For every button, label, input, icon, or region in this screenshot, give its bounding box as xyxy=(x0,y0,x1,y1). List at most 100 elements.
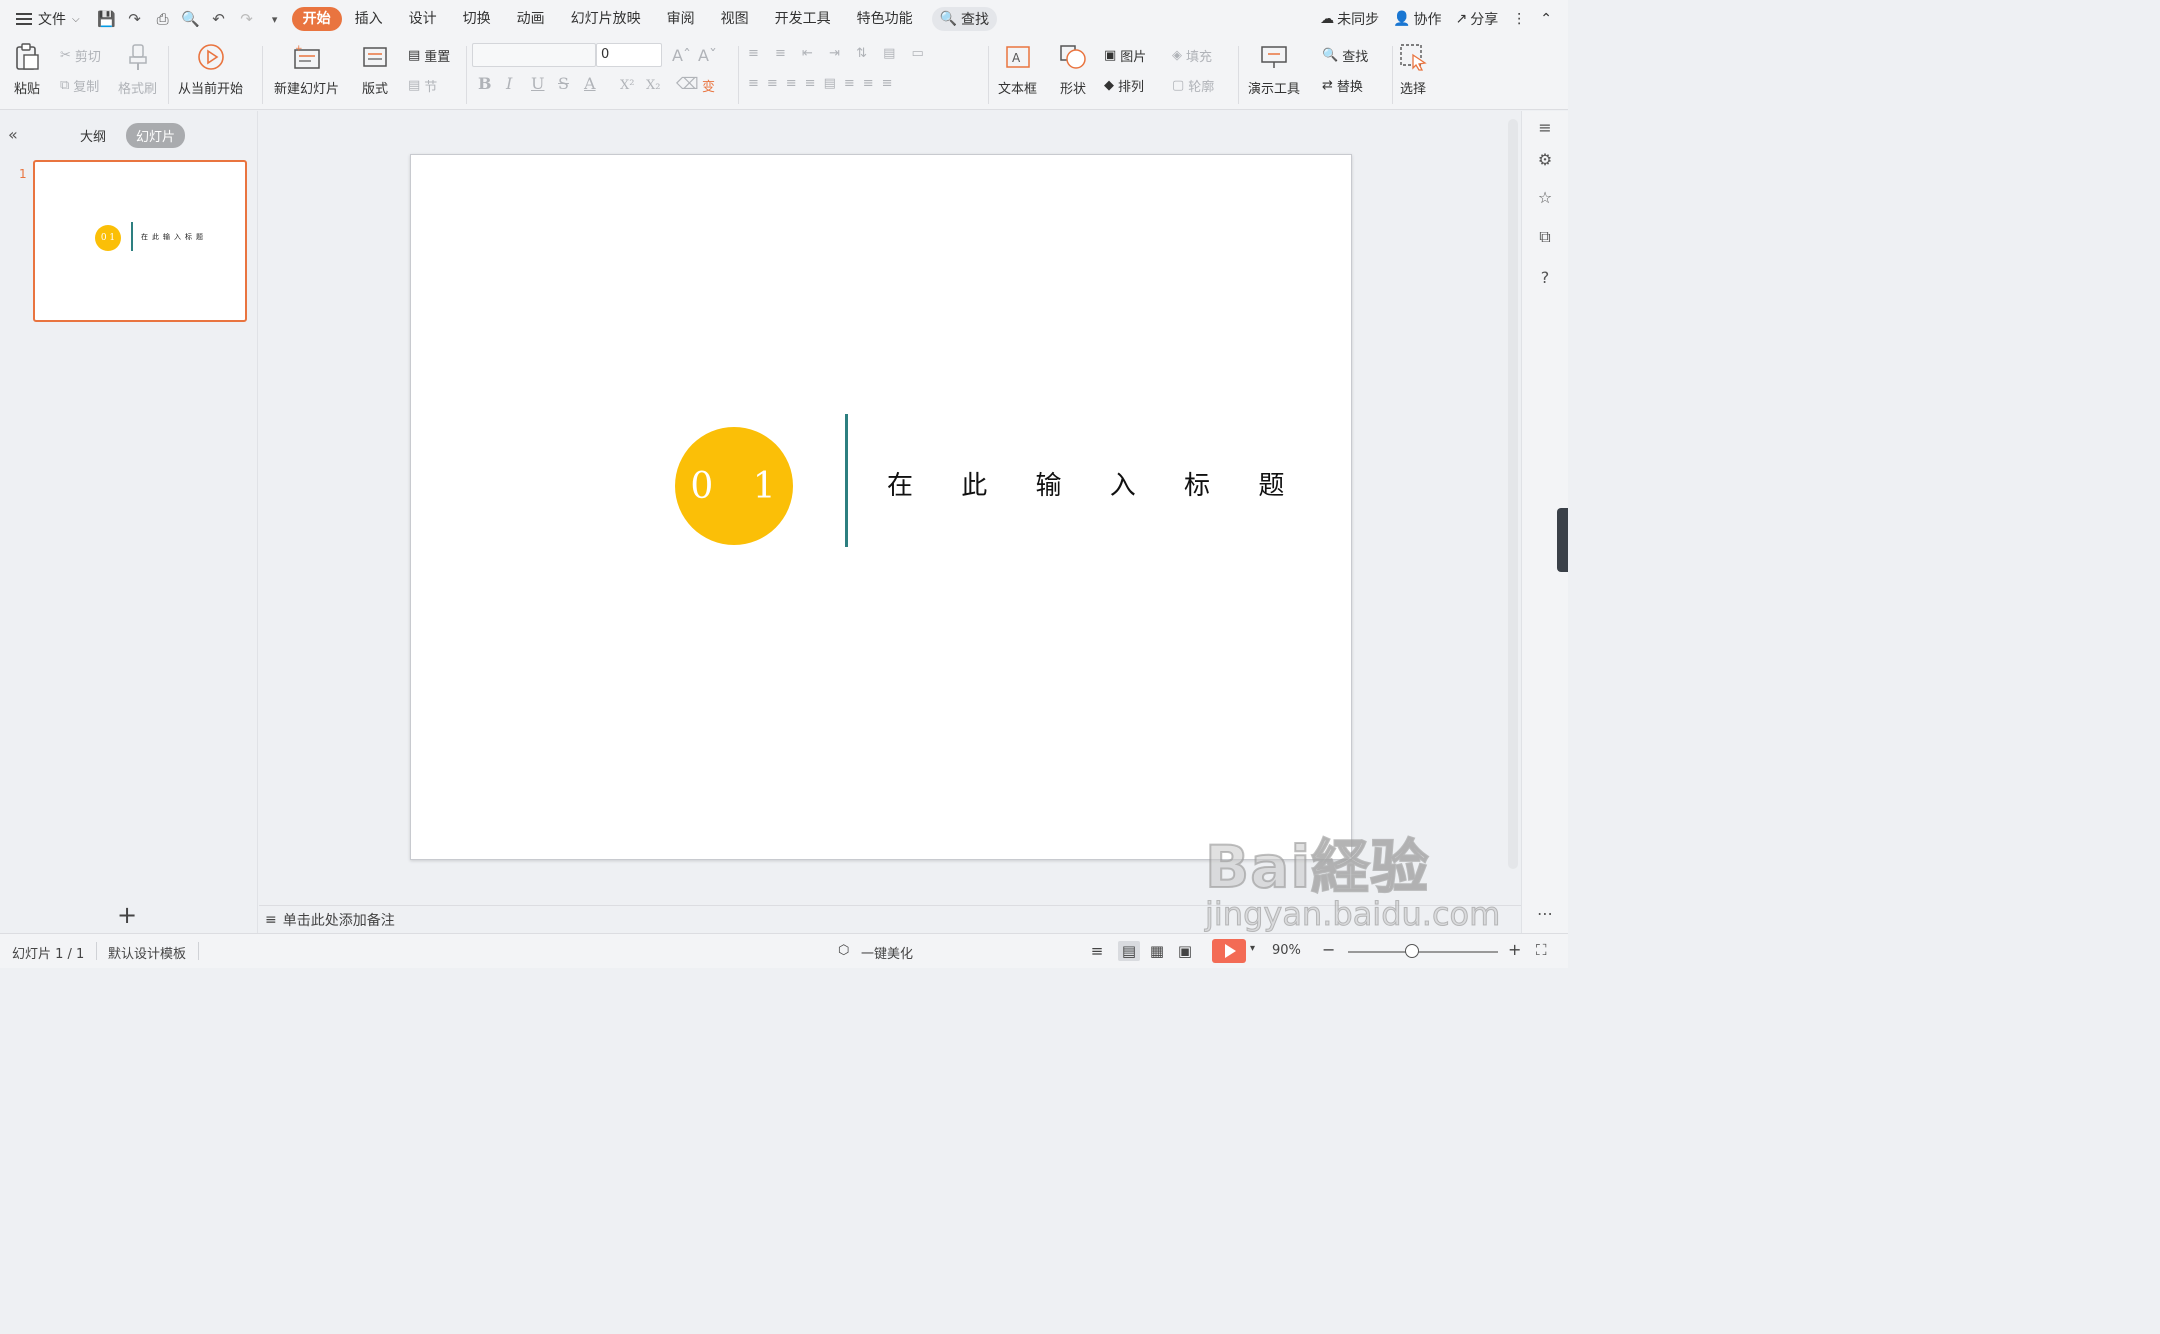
tab-developer[interactable]: 开发工具 xyxy=(762,7,844,31)
italic-icon[interactable]: I xyxy=(506,74,512,93)
layout-button[interactable]: 版式 xyxy=(360,42,390,97)
select-button[interactable]: 选择 xyxy=(1398,42,1428,97)
format-painter-button[interactable]: 格式刷 xyxy=(118,42,157,97)
arrange-button[interactable]: ◆ 排列 xyxy=(1104,76,1144,95)
vertical-scrollbar[interactable] xyxy=(1505,111,1521,905)
slide-canvas[interactable]: 0 1 在 此 输 入 标 题 xyxy=(410,154,1352,860)
template-name[interactable]: 默认设计模板 xyxy=(108,943,186,962)
more-options-icon[interactable]: ⋮ xyxy=(1512,11,1526,27)
zoom-level[interactable]: 90% xyxy=(1272,943,1301,958)
tab-slideshow[interactable]: 幻灯片放映 xyxy=(558,7,654,31)
slide-sorter-icon[interactable]: ▦ xyxy=(1146,941,1168,961)
tab-view[interactable]: 视图 xyxy=(708,7,762,31)
font-size-select[interactable]: 0 xyxy=(596,43,662,67)
phonetic-icon[interactable]: 变 xyxy=(702,76,715,95)
tab-home[interactable]: 开始 xyxy=(291,7,342,31)
watermark-url: jingyan.baidu.com xyxy=(1204,895,1501,934)
collapse-ribbon-icon[interactable]: ⌃ xyxy=(1540,11,1552,27)
section-icon: ▤ xyxy=(408,78,421,93)
paste-button[interactable]: 粘贴 xyxy=(12,42,42,97)
reset-button[interactable]: ▤ 重置 xyxy=(408,46,450,65)
find-label: 查找 xyxy=(1342,50,1369,65)
redo-icon[interactable]: ↷ xyxy=(238,10,256,28)
picture-button[interactable]: ▣ 图片 xyxy=(1104,46,1146,65)
tab-review[interactable]: 审阅 xyxy=(654,7,708,31)
font-family-select[interactable] xyxy=(472,43,596,67)
customize-toolbar-icon[interactable]: ▾ xyxy=(266,10,284,28)
notes-view-icon[interactable]: ≡ xyxy=(1086,941,1108,961)
tab-insert[interactable]: 插入 xyxy=(342,7,396,31)
font-color-icon[interactable]: A xyxy=(584,74,596,93)
zoom-slider-knob[interactable] xyxy=(1405,944,1419,958)
replace-button[interactable]: ⇄ 替换 xyxy=(1322,76,1363,95)
outline-button[interactable]: ▢ 轮廓 xyxy=(1172,76,1214,95)
play-options-chevron-icon[interactable]: ▾ xyxy=(1250,943,1255,954)
fill-button[interactable]: ◈ 填充 xyxy=(1172,46,1212,65)
search-button[interactable]: 🔍 查找 xyxy=(931,7,998,31)
collab-button[interactable]: 👤 协作 xyxy=(1393,9,1441,29)
new-slide-button[interactable]: + 新建幻灯片 xyxy=(274,42,339,97)
share-button[interactable]: ↗ 分享 xyxy=(1456,9,1499,29)
beautify-button[interactable]: 一键美化 xyxy=(861,943,913,962)
sync-button[interactable]: ☁ 未同步 xyxy=(1320,9,1379,29)
decrease-font-icon[interactable]: Aˇ xyxy=(698,46,717,65)
find-button[interactable]: 🔍 查找 xyxy=(1322,46,1368,65)
tab-design[interactable]: 设计 xyxy=(396,7,450,31)
presentation-tools-button[interactable]: 演示工具 xyxy=(1248,42,1300,97)
fit-window-icon[interactable]: ⛶ xyxy=(1536,941,1547,959)
start-from-current-button[interactable]: 从当前开始 xyxy=(178,42,243,97)
floating-edge-tab[interactable] xyxy=(1557,508,1568,572)
slides-library-icon[interactable]: ⧉ xyxy=(1535,227,1555,247)
cut-button[interactable]: ✂ 剪切 xyxy=(60,46,101,65)
play-slideshow-button[interactable] xyxy=(1212,939,1246,963)
collapse-panel-icon[interactable]: « xyxy=(8,125,18,144)
baidu-watermark: Bai経验 jingyan.baidu.com xyxy=(1204,820,1501,934)
number-circle[interactable]: 0 1 xyxy=(675,427,793,545)
slide-title[interactable]: 在 此 输 入 标 题 xyxy=(887,465,1304,502)
alignment-controls[interactable]: ≡≡≡≡▤≡≡≡ xyxy=(748,76,901,91)
zoom-slider-track[interactable] xyxy=(1348,951,1498,953)
pin-icon[interactable]: ☆ xyxy=(1535,187,1555,207)
menu-right-actions: ☁ 未同步 👤 协作 ↗ 分享 ⋮ ⌃ xyxy=(1320,0,1552,38)
shape-icon xyxy=(1058,42,1088,72)
sidebar-menu-icon[interactable]: ≡ xyxy=(1535,117,1555,137)
chevron-down-icon: ⌵ xyxy=(72,13,80,25)
save-icon[interactable]: 💾 xyxy=(97,10,116,28)
reading-view-icon[interactable]: ▣ xyxy=(1174,941,1196,961)
file-menu[interactable]: 文件 ⌵ xyxy=(16,9,80,29)
increase-font-icon[interactable]: Aˆ xyxy=(672,46,691,65)
tab-outline[interactable]: 大纲 xyxy=(70,123,116,148)
properties-icon[interactable]: ⚙ xyxy=(1535,149,1555,169)
zoom-in-icon[interactable]: + xyxy=(1508,940,1521,959)
underline-icon[interactable]: U xyxy=(531,74,544,93)
normal-view-icon[interactable]: ▤ xyxy=(1118,941,1140,961)
tab-transitions[interactable]: 切换 xyxy=(450,7,504,31)
thumbnail-circle: 0 1 xyxy=(95,225,121,251)
tab-animation[interactable]: 动画 xyxy=(504,7,558,31)
undo-icon[interactable]: ↶ xyxy=(210,10,228,28)
export-icon[interactable]: ↷ xyxy=(126,10,144,28)
print-icon[interactable]: ⎙ xyxy=(154,10,172,28)
superscript-icon[interactable]: X² xyxy=(620,78,634,93)
tab-special-features[interactable]: 特色功能 xyxy=(844,7,926,31)
section-button[interactable]: ▤ 节 xyxy=(408,76,437,95)
print-preview-icon[interactable]: 🔍 xyxy=(181,10,200,28)
slide-thumbnail[interactable]: 0 1 在此输入标题 xyxy=(33,160,247,322)
shape-button[interactable]: 形状 xyxy=(1058,42,1088,97)
add-slide-button[interactable]: + xyxy=(117,901,137,929)
divider-line[interactable] xyxy=(845,414,848,547)
ribbon-divider xyxy=(466,46,467,104)
tab-slides[interactable]: 幻灯片 xyxy=(126,123,186,148)
strikethrough-icon[interactable]: S xyxy=(558,74,569,93)
textbox-button[interactable]: A 文本框 xyxy=(998,42,1037,97)
subscript-icon[interactable]: X₂ xyxy=(646,78,660,93)
scrollbar-thumb[interactable] xyxy=(1508,119,1518,869)
zoom-out-icon[interactable]: − xyxy=(1322,940,1335,959)
copy-label: 复制 xyxy=(73,80,100,95)
help-icon[interactable]: ? xyxy=(1535,267,1555,287)
clear-format-icon[interactable]: ⌫ xyxy=(676,74,699,93)
bold-icon[interactable]: B xyxy=(478,74,492,93)
more-icon[interactable]: ⋯ xyxy=(1535,903,1555,923)
copy-button[interactable]: ⧉ 复制 xyxy=(60,76,99,95)
list-controls[interactable]: ≡ ≡ ⇤ ⇥ ⇅ ▤ ▭ xyxy=(748,46,930,61)
